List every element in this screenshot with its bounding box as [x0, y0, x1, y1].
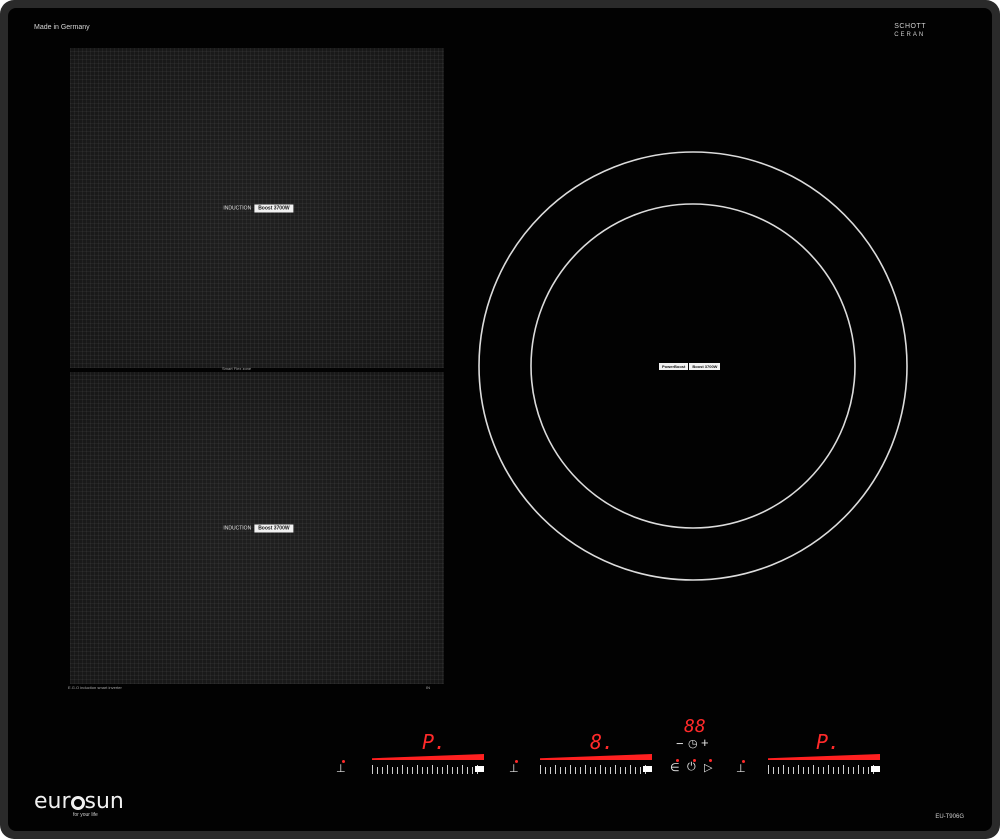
timer-display: 88	[684, 716, 706, 737]
brand-tagline: for your life	[73, 812, 98, 818]
power-slider-left[interactable]	[372, 754, 484, 760]
brand-logo: eur sun	[34, 789, 124, 814]
pan-icon[interactable]: ⊥	[336, 762, 346, 775]
timer-plus-icon[interactable]: +	[701, 735, 709, 750]
flex-zone-label: Smart Flex zone	[222, 366, 252, 371]
boost-indicator[interactable]	[475, 766, 484, 772]
pan-icon[interactable]: ⊥	[509, 762, 519, 775]
boost-indicator[interactable]	[643, 766, 652, 772]
logo-ring-icon	[70, 796, 85, 810]
glass-surface: Made in Germany SCHOTT CERAN INDUCTION B…	[8, 8, 992, 831]
slider-fill	[372, 754, 484, 760]
round-zone-label: PowerBoost Boost 3700W	[659, 362, 721, 370]
power-icon[interactable]: ⏻	[687, 761, 696, 774]
power-display-middle: 8.	[590, 730, 615, 754]
cooktop-frame: Made in Germany SCHOTT CERAN INDUCTION B…	[0, 0, 1000, 839]
timer-icon[interactable]: ◷	[688, 737, 698, 750]
zone-label: INDUCTION Boost 3700W	[220, 524, 294, 533]
slider-fill	[540, 754, 652, 760]
round-zone-label-type: PowerBoost	[659, 362, 689, 370]
pan-icon[interactable]: ⊥	[736, 762, 746, 775]
power-slider-right[interactable]	[768, 754, 880, 760]
power-display-left: P.	[422, 730, 447, 754]
zone-label-power: Boost 3700W	[254, 524, 294, 532]
cooking-zone-bottom-left[interactable]: INDUCTION Boost 3700W	[70, 372, 444, 684]
logo-text-right: sun	[84, 789, 124, 814]
glass-brand-line2: CERAN	[894, 32, 926, 38]
glass-brand-line1: SCHOTT	[894, 23, 926, 30]
zone-label-type: INDUCTION	[223, 525, 252, 531]
slider-scale	[768, 764, 874, 774]
round-zone-label-power: Boost 3700W	[689, 362, 721, 370]
logo-text-left: eur	[34, 789, 71, 814]
inverter-mark: IN	[426, 685, 430, 690]
zone-label-type: INDUCTION	[223, 205, 252, 211]
slider-fill	[768, 754, 880, 760]
glass-brand: SCHOTT CERAN	[894, 23, 926, 39]
model-number: EU-T906G	[935, 814, 964, 820]
timer-minus-icon[interactable]: −	[676, 736, 684, 751]
inverter-note: E.G.O induction smart inverter	[68, 685, 122, 690]
zone-label-power: Boost 3700W	[254, 204, 294, 212]
power-slider-middle[interactable]	[540, 754, 652, 760]
slider-scale	[540, 764, 646, 774]
cooking-zone-top-left[interactable]: INDUCTION Boost 3700W	[70, 48, 444, 368]
pause-icon[interactable]: ▷	[704, 761, 712, 774]
slider-scale	[372, 764, 478, 774]
boost-indicator[interactable]	[871, 766, 880, 772]
power-display-right: P.	[816, 730, 841, 754]
cooking-zone-round[interactable]	[476, 150, 922, 596]
zone-label: INDUCTION Boost 3700W	[220, 204, 294, 213]
lock-icon[interactable]: ∈	[670, 761, 680, 774]
made-in-label: Made in Germany	[34, 24, 90, 31]
